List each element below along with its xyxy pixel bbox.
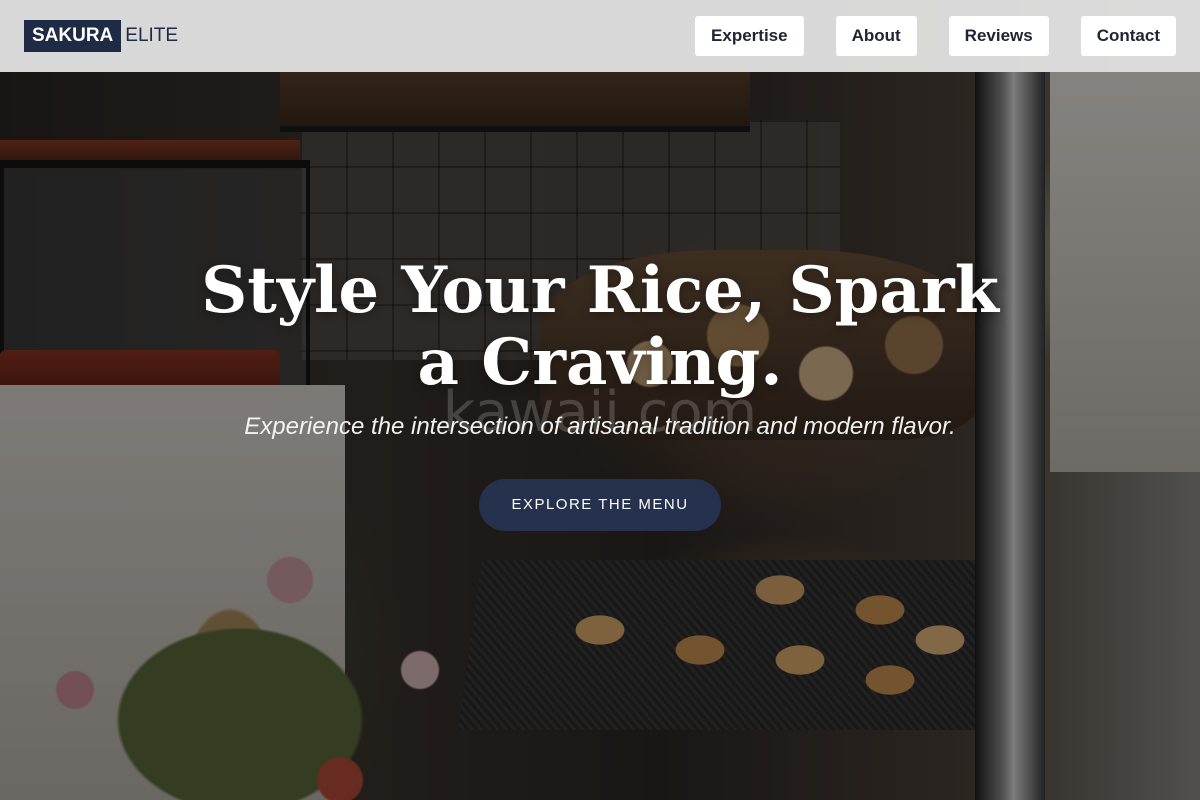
brand-logo[interactable]: SAKURA ELITE (24, 20, 178, 52)
brand-name-secondary: ELITE (125, 25, 179, 46)
explore-menu-button[interactable]: EXPLORE THE MENU (479, 479, 721, 531)
hero-subtitle: Experience the intersection of artisanal… (244, 413, 956, 440)
hero-content: Style Your Rice, Spark a Craving. Experi… (0, 255, 1200, 531)
nav-link-contact[interactable]: Contact (1080, 16, 1176, 56)
nav-link-reviews[interactable]: Reviews (948, 16, 1049, 56)
hero-headline: Style Your Rice, Spark a Craving. (201, 253, 999, 400)
nav-link-expertise[interactable]: Expertise (695, 16, 804, 56)
brand-name-primary: SAKURA (24, 20, 122, 52)
nav-link-about[interactable]: About (835, 16, 917, 56)
main-nav: Expertise About Reviews Contact (695, 16, 1176, 56)
site-header: SAKURA ELITE Expertise About Reviews Con… (0, 0, 1200, 72)
